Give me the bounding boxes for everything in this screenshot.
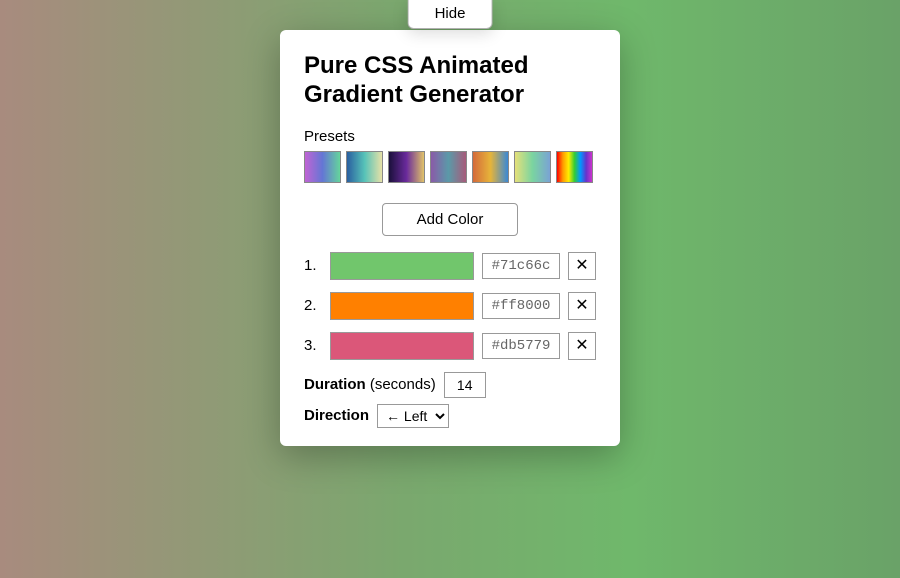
preset-swatch-4[interactable] bbox=[430, 151, 467, 183]
color-index: 3. bbox=[304, 337, 322, 354]
color-index: 2. bbox=[304, 297, 322, 314]
presets-label: Presets bbox=[304, 128, 596, 145]
remove-color-button-2[interactable]: ✕ bbox=[568, 292, 596, 320]
preset-swatch-3[interactable] bbox=[388, 151, 425, 183]
remove-color-button-3[interactable]: ✕ bbox=[568, 332, 596, 360]
color-hex-input-3[interactable] bbox=[482, 333, 560, 359]
preset-swatch-6[interactable] bbox=[514, 151, 551, 183]
close-icon: ✕ bbox=[575, 258, 588, 274]
direction-select[interactable]: ← Left bbox=[377, 404, 449, 428]
hide-button[interactable]: Hide bbox=[408, 0, 493, 29]
preset-swatch-5[interactable] bbox=[472, 151, 509, 183]
color-swatch-1[interactable] bbox=[330, 252, 474, 280]
preset-swatch-2[interactable] bbox=[346, 151, 383, 183]
close-icon: ✕ bbox=[575, 338, 588, 354]
add-color-button[interactable]: Add Color bbox=[382, 203, 519, 236]
direction-label: Direction bbox=[304, 407, 369, 424]
color-index: 1. bbox=[304, 257, 322, 274]
duration-label: Duration (seconds) bbox=[304, 376, 436, 393]
duration-input[interactable] bbox=[444, 372, 486, 398]
direction-row: Direction ← Left bbox=[304, 404, 596, 428]
preset-swatch-1[interactable] bbox=[304, 151, 341, 183]
color-swatch-3[interactable] bbox=[330, 332, 474, 360]
close-icon: ✕ bbox=[575, 298, 588, 314]
page-title: Pure CSS Animated Gradient Generator bbox=[304, 52, 596, 110]
color-row: 2. ✕ bbox=[304, 292, 596, 320]
color-row: 3. ✕ bbox=[304, 332, 596, 360]
color-row: 1. ✕ bbox=[304, 252, 596, 280]
duration-row: Duration (seconds) bbox=[304, 372, 596, 398]
color-hex-input-2[interactable] bbox=[482, 293, 560, 319]
control-panel: Pure CSS Animated Gradient Generator Pre… bbox=[280, 30, 620, 446]
gradient-background: Hide Pure CSS Animated Gradient Generato… bbox=[0, 0, 900, 578]
presets-row bbox=[304, 151, 596, 183]
color-swatch-2[interactable] bbox=[330, 292, 474, 320]
remove-color-button-1[interactable]: ✕ bbox=[568, 252, 596, 280]
color-hex-input-1[interactable] bbox=[482, 253, 560, 279]
preset-swatch-7[interactable] bbox=[556, 151, 593, 183]
